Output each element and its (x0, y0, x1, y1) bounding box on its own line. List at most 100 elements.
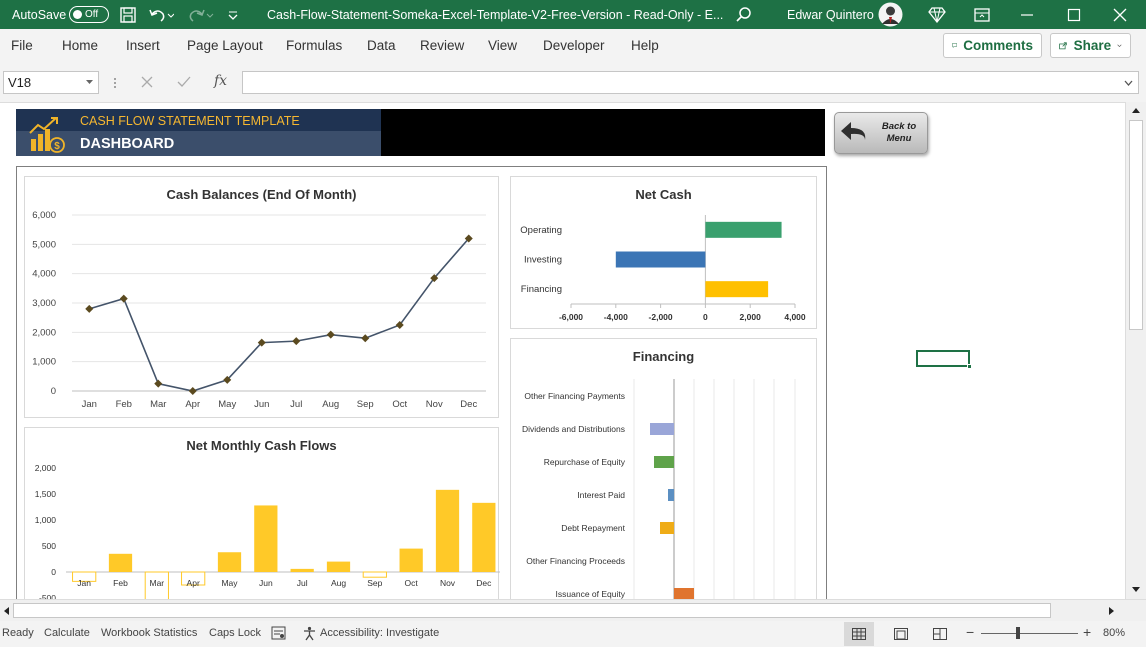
tab-page-layout[interactable]: Page Layout (187, 38, 263, 53)
bar (705, 221, 782, 238)
black-banner (381, 109, 825, 156)
normal-view-button[interactable] (844, 622, 874, 646)
tab-help[interactable]: Help (631, 38, 659, 53)
bar (650, 423, 674, 435)
macro-record-icon[interactable] (271, 626, 286, 640)
bar (326, 561, 351, 572)
zoom-slider[interactable] (981, 633, 1078, 634)
y-tick-label: 1,000 (32, 357, 56, 368)
financing-chart[interactable]: Financing Other Financing Payments Divide… (510, 338, 817, 599)
page-break-view-icon[interactable] (933, 628, 947, 640)
data-point (85, 304, 94, 313)
name-box[interactable]: V18 (3, 71, 99, 94)
insert-function-icon[interactable]: fx (214, 73, 227, 89)
y-tick-label: 5,000 (32, 239, 56, 250)
zoom-slider-thumb[interactable] (1016, 627, 1020, 639)
category-label: Repurchase of Equity (544, 457, 626, 467)
category-label: Other Financing Proceeds (526, 556, 625, 566)
bar (290, 568, 314, 572)
customize-qat-icon[interactable] (227, 0, 239, 29)
x-tick-label: Nov (440, 578, 456, 588)
autosave-state: Off (85, 9, 99, 20)
zoom-in-icon[interactable]: + (1083, 624, 1091, 640)
x-tick-label: Mar (150, 399, 166, 410)
tab-data[interactable]: Data (367, 38, 396, 53)
y-tick-label: 0 (51, 386, 56, 397)
accessibility-icon[interactable] (302, 626, 317, 641)
tab-file[interactable]: File (11, 38, 33, 53)
zoom-level[interactable]: 80% (1103, 627, 1125, 639)
comments-button[interactable]: Comments (943, 33, 1042, 58)
y-tick-label: 0 (51, 567, 56, 577)
net-cash-chart[interactable]: Net Cash -6,000 -4,000 -2,000 0 2,000 4,000 Op… (510, 176, 817, 329)
x-tick-label: Jun (259, 578, 273, 588)
tab-insert[interactable]: Insert (126, 38, 160, 53)
accessibility-status[interactable]: Accessibility: Investigate (320, 627, 439, 639)
worksheet[interactable]: $ CASH FLOW STATEMENT TEMPLATE DASHBOARD… (0, 102, 1125, 599)
x-tick-label: 0 (703, 312, 708, 322)
undo-icon[interactable] (148, 0, 174, 29)
close-icon[interactable] (1113, 0, 1127, 29)
autosave-toggle[interactable]: Off (69, 0, 109, 29)
page-layout-view-icon[interactable] (894, 628, 908, 640)
share-button[interactable]: Share (1050, 33, 1131, 58)
minimize-icon[interactable] (1020, 0, 1034, 29)
formula-bar: V18 fx (0, 62, 1146, 102)
data-point (188, 387, 197, 395)
x-tick-label: Dec (476, 578, 492, 588)
chart-logo-icon: $ (29, 117, 65, 153)
net-monthly-chart[interactable]: Net Monthly Cash Flows 2,000 1,500 1,000 50… (24, 427, 500, 599)
x-tick-label: May (221, 578, 238, 588)
avatar[interactable] (878, 0, 903, 29)
enter-icon[interactable] (177, 76, 191, 88)
category-label: Other Financing Payments (524, 391, 625, 401)
workbook-statistics-button[interactable]: Workbook Statistics (101, 627, 197, 639)
status-bar: Ready Calculate Workbook Statistics Caps… (0, 621, 1146, 647)
y-tick-label: 2,000 (35, 463, 57, 473)
maximize-icon[interactable] (1067, 0, 1081, 29)
y-tick-label: 500 (42, 541, 56, 551)
selected-cell[interactable] (916, 350, 972, 369)
expand-formula-icon[interactable] (1124, 80, 1133, 86)
save-icon[interactable] (119, 0, 137, 29)
data-point (292, 337, 301, 346)
bar (217, 552, 242, 572)
category-label: Debt Repayment (561, 523, 625, 533)
toggle-knob-icon (73, 10, 82, 19)
zoom-out-icon[interactable]: − (966, 624, 974, 640)
x-tick-label: May (218, 399, 236, 410)
scroll-left-icon[interactable] (2, 606, 10, 616)
tab-view[interactable]: View (488, 38, 517, 53)
scroll-down-icon[interactable] (1131, 586, 1141, 594)
x-tick-label: Jan (82, 399, 97, 410)
diamond-icon[interactable] (928, 0, 946, 29)
header-banner: $ CASH FLOW STATEMENT TEMPLATE DASHBOARD (16, 109, 381, 156)
search-icon[interactable] (735, 0, 753, 29)
formula-input[interactable] (242, 71, 1139, 94)
scroll-up-icon[interactable] (1131, 106, 1141, 114)
horizontal-scroll-thumb[interactable] (13, 603, 1051, 618)
back-to-menu-button[interactable]: Back to Menu (834, 112, 928, 154)
share-label: Share (1073, 38, 1112, 53)
data-point (361, 334, 370, 343)
vertical-scrollbar[interactable] (1125, 102, 1146, 599)
bar (108, 553, 133, 572)
cash-balances-chart[interactable]: Cash Balances (End Of Month) 0 1,000 2,000… (24, 176, 499, 418)
tab-review[interactable]: Review (420, 38, 464, 53)
vertical-scroll-thumb[interactable] (1129, 120, 1143, 330)
category-label: Operating (520, 225, 562, 236)
x-tick-label: Sep (367, 578, 382, 588)
series-line (89, 237, 470, 392)
tab-developer[interactable]: Developer (543, 38, 605, 53)
calculate-button[interactable]: Calculate (44, 627, 90, 639)
tab-home[interactable]: Home (62, 38, 98, 53)
x-tick-label: -2,000 (649, 312, 673, 322)
tab-formulas[interactable]: Formulas (286, 38, 342, 53)
cancel-icon[interactable] (141, 76, 153, 88)
horizontal-scrollbar[interactable] (0, 599, 1146, 621)
ribbon-display-icon[interactable] (974, 0, 990, 29)
scroll-right-icon[interactable] (1108, 606, 1116, 616)
comments-label: Comments (963, 38, 1033, 53)
data-point (119, 294, 128, 303)
redo-icon[interactable] (186, 0, 214, 29)
